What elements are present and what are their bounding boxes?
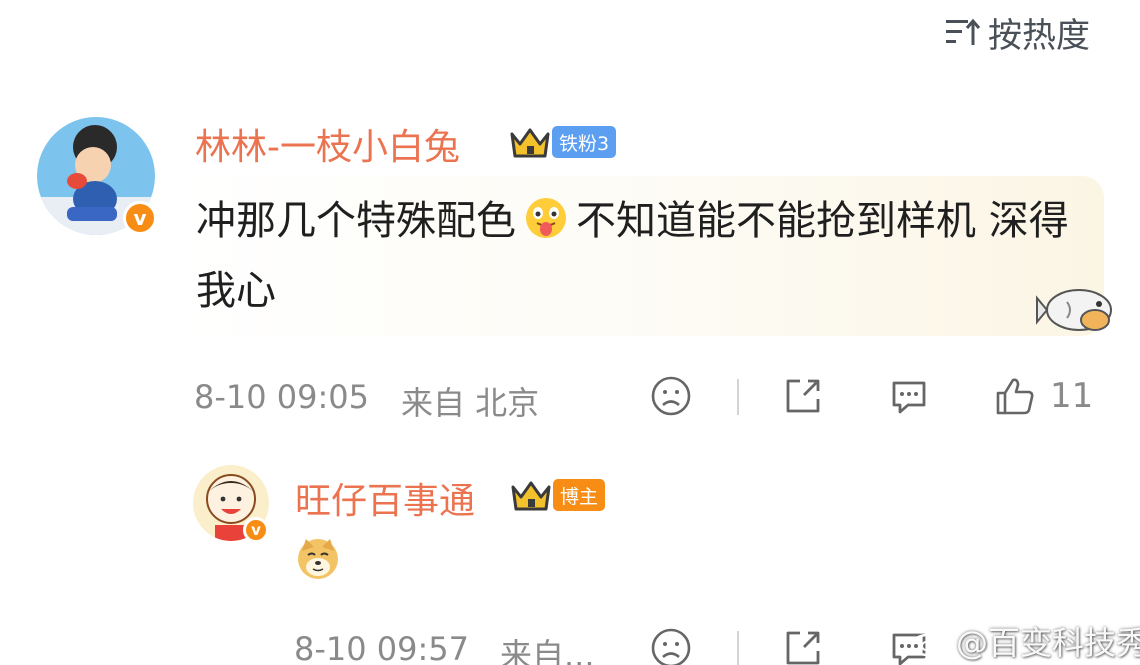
tongue-out-emoji-icon [526, 198, 566, 238]
crown-icon [511, 481, 551, 511]
avatar-wangzai[interactable]: v [193, 465, 269, 543]
sad-face-icon [651, 376, 691, 416]
reply-button[interactable] [888, 375, 930, 417]
crown-icon [510, 128, 550, 158]
dislike-button[interactable] [650, 375, 692, 417]
comment-text: 冲那几个特殊配色 不知道能不能抢到样机 深得我心 [196, 186, 1086, 326]
verified-badge-icon: v [243, 517, 269, 543]
share-icon [786, 631, 820, 665]
sort-by-heat-button[interactable]: 按热度 [946, 8, 1090, 56]
fan-badge: 铁粉3 [552, 126, 617, 158]
comment-icon [892, 381, 926, 414]
share-button[interactable] [782, 375, 824, 417]
share-icon [786, 379, 820, 413]
doge-emoji-icon [298, 539, 338, 579]
comment-location: 来自 北京 [401, 384, 540, 422]
watermark: @百变科技秀 [910, 618, 1140, 664]
blogger-badge: 博主 [553, 479, 606, 511]
sort-icon [946, 18, 980, 45]
like-button[interactable]: 11 [994, 375, 1093, 417]
like-count: 11 [1050, 376, 1094, 416]
reply-dislike-button[interactable] [650, 627, 692, 665]
action-divider [737, 379, 739, 415]
comment-author[interactable]: 林林-一枝小白兔 [195, 118, 460, 170]
reply-time: 8-10 09:57 [294, 630, 470, 665]
reply-location: 来自... [500, 636, 595, 665]
reply-share-button[interactable] [782, 627, 824, 665]
comment-time: 8-10 09:05 [194, 378, 370, 416]
reply-author[interactable]: 旺仔百事通 [295, 472, 475, 524]
action-divider [737, 631, 739, 665]
fish-decoration-icon [1036, 289, 1112, 331]
thumbs-up-icon [996, 378, 1034, 415]
avatar-lin[interactable]: v [37, 117, 157, 235]
sort-label: 按热度 [988, 15, 1090, 56]
sad-face-icon [651, 628, 691, 665]
watermark-text: @百变科技秀 [956, 624, 1140, 662]
comment-text-part1: 冲那几个特殊配色 [196, 198, 516, 244]
verified-badge-icon: v [123, 201, 157, 235]
weibo-logo-icon [910, 629, 948, 657]
